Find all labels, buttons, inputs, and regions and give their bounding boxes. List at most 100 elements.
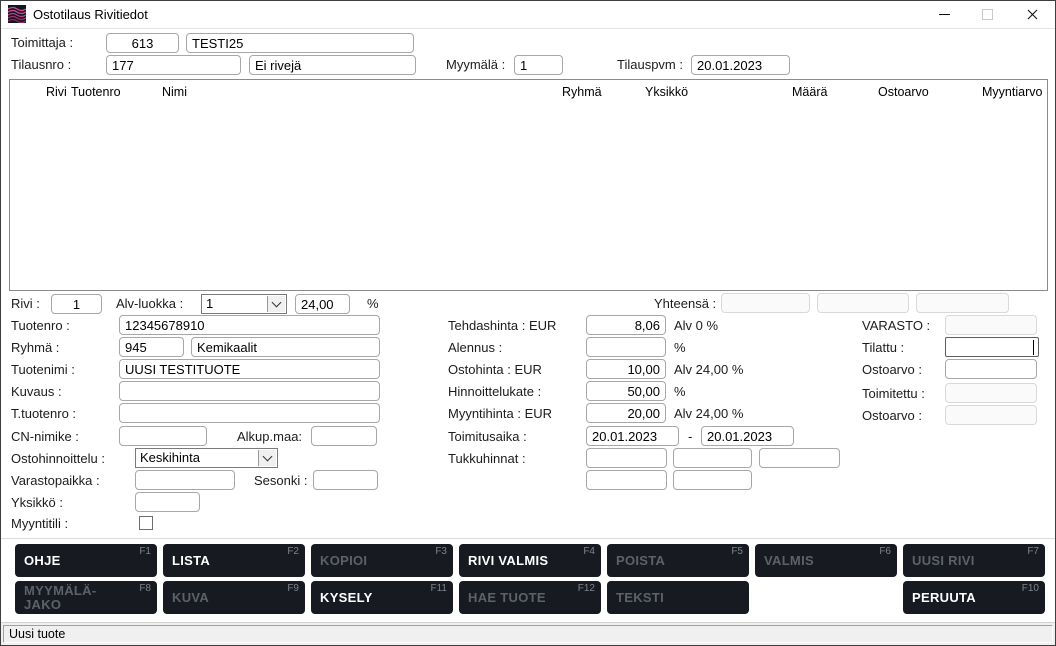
- tukkuhinnat-label: Tukkuhinnat :: [448, 449, 526, 469]
- maximize-button[interactable]: [970, 1, 1004, 27]
- myymala-label: Myymälä :: [446, 55, 505, 75]
- alennus-label: Alennus :: [448, 338, 502, 358]
- tukkuhinta-field-3[interactable]: [759, 448, 840, 468]
- tehdashinta-label: Tehdashinta : EUR: [448, 316, 556, 336]
- cn-nimike-field[interactable]: [119, 426, 207, 446]
- tukkuhinta-field-5[interactable]: [673, 470, 752, 490]
- alv-luokka-select[interactable]: 1: [201, 294, 287, 314]
- column-header-rivi: Rivi: [46, 85, 67, 99]
- alennus-pct-suffix: %: [674, 338, 686, 358]
- varastopaikka-label: Varastopaikka :: [11, 471, 100, 491]
- button-kysely[interactable]: KYSELYF11: [311, 581, 453, 614]
- ostoarvo2-label: Ostoarvo :: [862, 406, 922, 426]
- order-rows-table[interactable]: Rivi Tuotenro Nimi Ryhmä Yksikkö Määrä O…: [9, 79, 1048, 291]
- ryhma-label: Ryhmä :: [11, 338, 59, 358]
- window-title: Ostotilaus Rivitiedot: [33, 1, 148, 28]
- alv-pct-field[interactable]: [295, 294, 350, 314]
- minimize-button[interactable]: [927, 1, 961, 27]
- varastopaikka-field[interactable]: [135, 470, 235, 490]
- date-range-separator: -: [688, 427, 692, 447]
- myyntihinta-label: Myyntihinta : EUR: [448, 404, 552, 424]
- tehdashinta-field[interactable]: [586, 315, 666, 335]
- button-peruuta[interactable]: PERUUTAF10: [903, 581, 1045, 614]
- tilausnro-field[interactable]: [106, 55, 241, 75]
- column-header-maara: Määrä: [792, 85, 827, 99]
- tilattu-field[interactable]: [945, 337, 1039, 357]
- rivi-field[interactable]: [51, 294, 102, 314]
- ostohinnoittelu-label: Ostohinnoittelu :: [11, 449, 105, 469]
- button-kopioi[interactable]: KOPIOIF3: [311, 544, 453, 577]
- yhteensa-label: Yhteensä :: [654, 294, 716, 314]
- column-header-myyntiarvo: Myyntiarvo: [982, 85, 1042, 99]
- ostohinta-field[interactable]: [586, 359, 666, 379]
- varasto-label: VARASTO :: [862, 316, 930, 336]
- tukkuhinta-field-1[interactable]: [586, 448, 667, 468]
- ostohinta-label: Ostohinta : EUR: [448, 360, 542, 380]
- ostohinnoittelu-select[interactable]: Keskihinta: [135, 448, 278, 468]
- tuotenimi-label: Tuotenimi :: [11, 360, 75, 380]
- button-hae-tuote[interactable]: HAE TUOTEF12: [459, 581, 601, 614]
- alkupmaa-label: Alkup.maa:: [237, 427, 302, 447]
- ryhma-name-field[interactable]: [191, 337, 380, 357]
- sesonki-label: Sesonki :: [254, 471, 307, 491]
- yhteensa-field-2: [817, 293, 909, 313]
- button-rivi-valmis[interactable]: RIVI VALMISF4: [459, 544, 601, 577]
- alv-luokka-label: Alv-luokka :: [116, 294, 183, 314]
- hinnoittelukate-label: Hinnoittelukate :: [448, 382, 541, 402]
- tehdashinta-alv-suffix: Alv 0 %: [674, 316, 718, 336]
- toimitusaika-start-field[interactable]: [586, 426, 679, 446]
- alennus-field[interactable]: [586, 337, 666, 357]
- tukkuhinta-field-4[interactable]: [586, 470, 667, 490]
- title-bar: Ostotilaus Rivitiedot: [1, 1, 1055, 29]
- ostoarvo-label: Ostoarvo :: [862, 360, 922, 380]
- function-button-panel: OHJEF1 LISTAF2 KOPIOIF3 RIVI VALMISF4 PO…: [15, 544, 1045, 614]
- column-header-nimi: Nimi: [162, 85, 187, 99]
- myyntitili-checkbox[interactable]: [139, 516, 153, 530]
- column-header-yksikko: Yksikkö: [645, 85, 688, 99]
- toimittaja-label: Toimittaja :: [11, 33, 73, 53]
- button-kuva[interactable]: KUVAF9: [163, 581, 305, 614]
- rivi-label: Rivi :: [11, 294, 40, 314]
- app-logo-wave-icon: [8, 5, 26, 23]
- kuvaus-field[interactable]: [119, 381, 380, 401]
- yksikko-field[interactable]: [135, 492, 200, 512]
- sesonki-field[interactable]: [313, 470, 378, 490]
- column-header-tuotenro: Tuotenro: [71, 85, 121, 99]
- alv-pct-suffix: %: [367, 294, 379, 314]
- yksikko-label: Yksikkö :: [11, 493, 63, 513]
- button-valmis[interactable]: VALMISF6: [755, 544, 897, 577]
- kate-pct-suffix: %: [674, 382, 686, 402]
- tuotenimi-field[interactable]: [119, 359, 380, 379]
- t-tuotenro-field[interactable]: [119, 403, 380, 423]
- toimitettu-field: [945, 383, 1037, 403]
- button-myymala-jako[interactable]: MYYMÄLÄ-JAKOF8: [15, 581, 157, 614]
- ostoarvo-field[interactable]: [945, 359, 1037, 379]
- chevron-down-icon: [258, 450, 276, 466]
- toimitusaika-label: Toimitusaika :: [448, 427, 527, 447]
- myyntihinta-field[interactable]: [586, 403, 666, 423]
- close-button[interactable]: [1015, 1, 1049, 27]
- button-teksti[interactable]: TEKSTI: [607, 581, 749, 614]
- tuotenro-field[interactable]: [119, 315, 380, 335]
- rivit-info-field[interactable]: [249, 55, 416, 75]
- close-icon: [1027, 9, 1038, 20]
- toimittaja-code-field[interactable]: [106, 33, 179, 53]
- hinnoittelukate-field[interactable]: [586, 381, 666, 401]
- myymala-field[interactable]: [514, 55, 563, 75]
- chevron-down-icon: [267, 296, 285, 312]
- toimitusaika-end-field[interactable]: [701, 426, 794, 446]
- ryhma-code-field[interactable]: [119, 337, 184, 357]
- button-poista[interactable]: POISTAF5: [607, 544, 749, 577]
- alkupmaa-field[interactable]: [311, 426, 377, 446]
- ostohinta-alv-suffix: Alv 24,00 %: [674, 360, 743, 380]
- yhteensa-field-3: [916, 293, 1009, 313]
- toimitettu-label: Toimitettu :: [862, 384, 925, 404]
- tukkuhinta-field-2[interactable]: [673, 448, 752, 468]
- toimittaja-name-field[interactable]: [186, 33, 414, 53]
- button-uusi-rivi[interactable]: UUSI RIVIF7: [903, 544, 1045, 577]
- button-ohje[interactable]: OHJEF1: [15, 544, 157, 577]
- kuvaus-label: Kuvaus :: [11, 382, 62, 402]
- button-lista[interactable]: LISTAF2: [163, 544, 305, 577]
- status-message: Uusi tuote: [3, 625, 1053, 643]
- tilauspvm-field[interactable]: [691, 55, 790, 75]
